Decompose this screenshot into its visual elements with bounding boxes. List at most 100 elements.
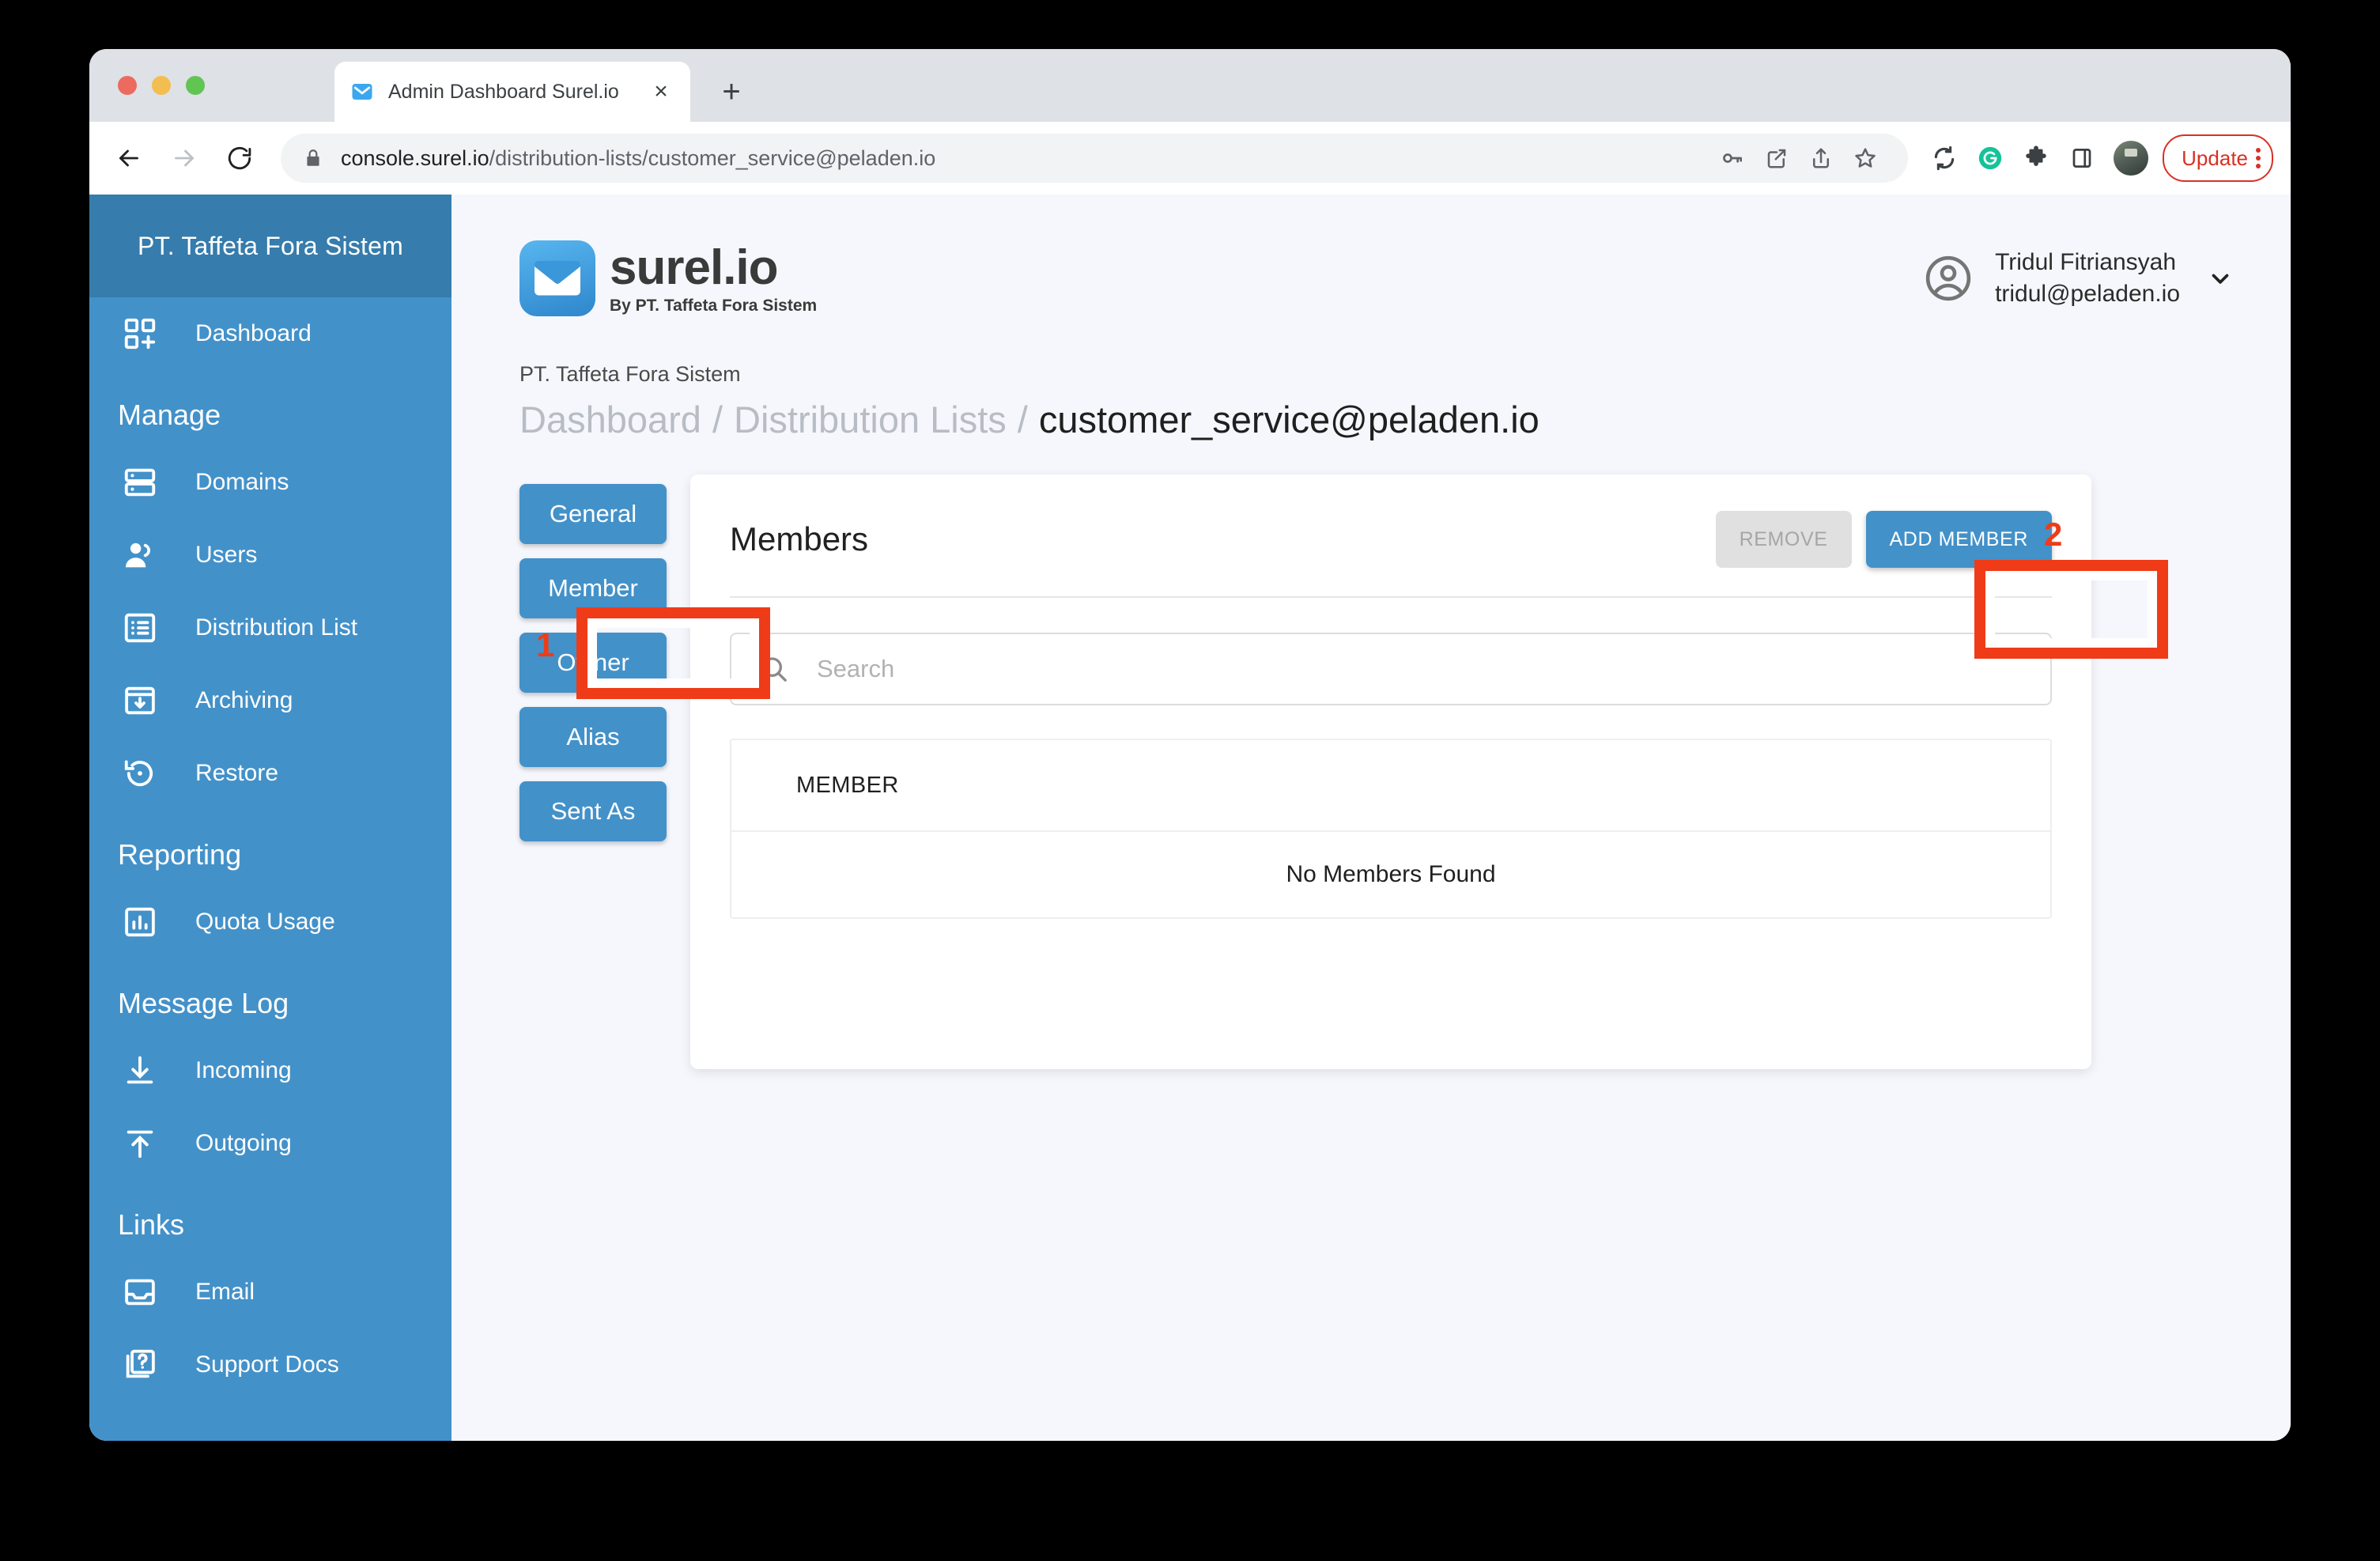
- sidebar: PT. Taffeta Fora Sistem Dashboard Manage…: [89, 195, 451, 1441]
- minimize-window-button[interactable]: [152, 76, 171, 95]
- breadcrumb-separator: /: [712, 399, 723, 440]
- inbox-icon: [118, 1270, 162, 1314]
- breadcrumb-trail: Dashboard / Distribution Lists / custome…: [519, 398, 2291, 441]
- brand-logo: surel.io By PT. Taffeta Fora Sistem: [519, 240, 817, 316]
- dashboard-grid-icon: [118, 312, 162, 356]
- arrow-down-line-icon: [118, 1049, 162, 1093]
- url-text: console.surel.io/distribution-lists/cust…: [341, 146, 935, 171]
- window-traffic-lights: [118, 76, 205, 95]
- sidebar-item-quota-usage[interactable]: Quota Usage: [89, 886, 451, 958]
- sync-refresh-icon[interactable]: [1924, 138, 1965, 179]
- sidebar-item-label: Archiving: [195, 687, 293, 713]
- breadcrumb-current: customer_service@peladen.io: [1038, 399, 1539, 440]
- members-search: Search: [730, 633, 2052, 705]
- kebab-menu-icon[interactable]: [2256, 148, 2261, 168]
- members-card-header: Members REMOVE ADD MEMBER: [690, 474, 2091, 568]
- sidebar-section-message-log: Message Log: [118, 987, 289, 1019]
- back-button[interactable]: [107, 136, 151, 180]
- breadcrumb-org: PT. Taffeta Fora Sistem: [519, 362, 741, 386]
- search-icon: [758, 652, 791, 686]
- restore-clock-icon: [118, 751, 162, 796]
- mail-envelope-icon: [350, 80, 374, 104]
- reload-button[interactable]: [217, 136, 262, 180]
- brand-text: surel.io By PT. Taffeta Fora Sistem: [610, 243, 817, 314]
- members-empty-state: No Members Found: [1286, 861, 1496, 887]
- tab-member[interactable]: Member: [519, 558, 667, 618]
- url-host: console.surel.io: [341, 146, 489, 170]
- add-member-button[interactable]: ADD MEMBER: [1865, 511, 2052, 568]
- sidebar-item-dashboard[interactable]: Dashboard: [89, 297, 451, 370]
- user-menu[interactable]: Tridul Fitriansyah tridul@peladen.io: [1922, 247, 2234, 309]
- close-tab-icon[interactable]: ×: [648, 78, 674, 105]
- sidebar-section-reporting: Reporting: [118, 838, 242, 871]
- sidebar-item-support-docs[interactable]: Support Docs: [89, 1329, 451, 1401]
- people-icon: [118, 533, 162, 577]
- sidebar-section-links: Links: [118, 1208, 185, 1241]
- search-input[interactable]: Search: [730, 633, 2052, 705]
- sidebar-item-label: Incoming: [195, 1057, 292, 1083]
- lock-icon: [303, 146, 323, 170]
- sidebar-item-archiving[interactable]: Archiving: [89, 664, 451, 737]
- members-title: Members: [730, 520, 869, 558]
- content-body: General Member Owner Alias Sent As Membe…: [451, 474, 2291, 1069]
- password-key-icon[interactable]: [1712, 138, 1753, 179]
- search-placeholder: Search: [817, 655, 895, 682]
- account-circle-icon: [1922, 252, 1974, 304]
- url-input[interactable]: console.surel.io/distribution-lists/cust…: [281, 134, 1909, 183]
- tab-alias[interactable]: Alias: [519, 707, 667, 767]
- sidebar-item-label: Email: [195, 1279, 255, 1305]
- grammarly-icon[interactable]: [1970, 138, 2011, 179]
- sidebar-item-label: Distribution List: [195, 614, 358, 641]
- sidebar-item-label: Quota Usage: [195, 909, 335, 935]
- remove-button[interactable]: REMOVE: [1715, 511, 1852, 568]
- update-label: Update: [2182, 146, 2248, 170]
- annotation-number-2: 2: [2044, 516, 2063, 553]
- sidebar-item-label: Outgoing: [195, 1130, 292, 1156]
- tab-sent-as[interactable]: Sent As: [519, 781, 667, 841]
- browser-tab[interactable]: Admin Dashboard Surel.io ×: [334, 62, 690, 122]
- sidebar-item-incoming[interactable]: Incoming: [89, 1034, 451, 1107]
- card-divider: [730, 596, 2052, 598]
- browser-tab-title: Admin Dashboard Surel.io: [388, 80, 619, 103]
- maximize-window-button[interactable]: [186, 76, 205, 95]
- open-in-new-icon[interactable]: [1756, 138, 1797, 179]
- sidebar-item-distribution-list[interactable]: Distribution List: [89, 592, 451, 664]
- main-content: surel.io By PT. Taffeta Fora Sistem Trid…: [451, 195, 2291, 1441]
- sidebar-item-label: Restore: [195, 760, 279, 786]
- update-button[interactable]: Update: [2163, 134, 2273, 182]
- sidebar-item-restore[interactable]: Restore: [89, 737, 451, 810]
- chevron-down-icon[interactable]: [2207, 265, 2234, 292]
- sidebar-item-email[interactable]: Email: [89, 1256, 451, 1329]
- breadcrumb-distribution-lists[interactable]: Distribution Lists: [734, 398, 1007, 441]
- browser-address-bar: console.surel.io/distribution-lists/cust…: [89, 122, 2291, 195]
- share-icon[interactable]: [1800, 138, 1842, 179]
- user-meta: Tridul Fitriansyah tridul@peladen.io: [1995, 247, 2180, 309]
- app-header: surel.io By PT. Taffeta Fora Sistem Trid…: [451, 195, 2291, 362]
- sidebar-item-outgoing[interactable]: Outgoing: [89, 1107, 451, 1180]
- bookmark-star-icon[interactable]: [1845, 138, 1886, 179]
- members-card: Members REMOVE ADD MEMBER Search MEMBER …: [690, 474, 2091, 1069]
- column-header-member: MEMBER: [796, 772, 899, 798]
- annotation-number-1: 1: [536, 626, 555, 663]
- puzzle-extension-icon[interactable]: [2015, 138, 2057, 179]
- tab-general[interactable]: General: [519, 484, 667, 544]
- breadcrumb-separator: /: [1017, 399, 1028, 440]
- members-table: MEMBER No Members Found: [730, 739, 2052, 919]
- archive-download-icon: [118, 678, 162, 723]
- sidebar-item-label: Dashboard: [195, 320, 312, 346]
- page-viewport: PT. Taffeta Fora Sistem Dashboard Manage…: [89, 195, 2291, 1441]
- server-stack-icon: [118, 460, 162, 505]
- sidepanel-icon[interactable]: [2061, 138, 2102, 179]
- breadcrumb-dashboard[interactable]: Dashboard: [519, 398, 701, 441]
- url-path: /distribution-lists/customer_service@pel…: [489, 146, 936, 170]
- browser-tab-strip: Admin Dashboard Surel.io × +: [89, 49, 2291, 122]
- chrome-profile-avatar[interactable]: [2114, 141, 2149, 176]
- sidebar-item-users[interactable]: Users: [89, 519, 451, 592]
- new-tab-button[interactable]: +: [714, 74, 749, 109]
- close-window-button[interactable]: [118, 76, 137, 95]
- list-box-icon: [118, 606, 162, 650]
- forward-button[interactable]: [162, 136, 206, 180]
- sidebar-item-domains[interactable]: Domains: [89, 446, 451, 519]
- sidebar-item-label: Domains: [195, 469, 289, 495]
- browser-window: Admin Dashboard Surel.io × + console.sur…: [89, 49, 2291, 1441]
